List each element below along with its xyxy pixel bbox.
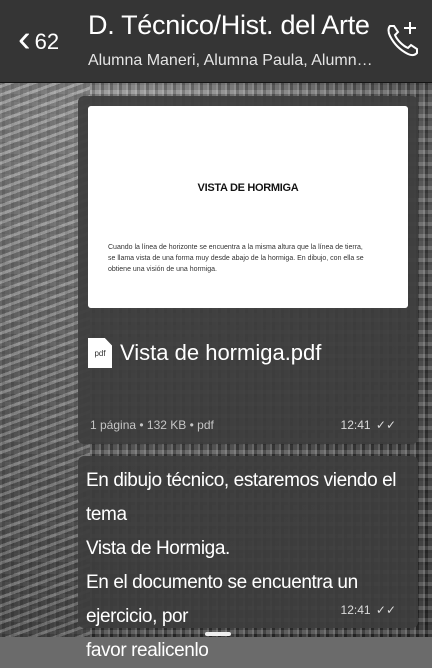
chevron-left-icon: ‹ <box>18 18 31 60</box>
file-name: Vista de hormiga.pdf <box>120 340 322 365</box>
add-call-icon[interactable] <box>384 18 420 58</box>
home-indicator <box>205 632 231 636</box>
message-timestamp: 12:41 ✓✓ <box>341 603 396 617</box>
preview-title: VISTA DE HORMIGA <box>197 182 299 194</box>
message-line: favor realicenlo <box>86 640 209 661</box>
group-participants[interactable]: Alumna Maneri, Alumna Paula, Alumno Ande… <box>88 52 378 70</box>
message-line: Vista de Hormiga. <box>86 538 230 559</box>
message-timestamp: 12:41 ✓✓ <box>341 418 396 432</box>
preview-body: Cuando la línea de horizonte se encuentr… <box>108 244 364 273</box>
double-check-icon: ✓✓ <box>375 603 396 617</box>
message-body: En dibujo técnico, estaremos viendo el t… <box>86 464 406 668</box>
unread-count: 62 <box>34 29 60 54</box>
time-label: 12:41 <box>340 418 371 432</box>
file-meta: 1 página • 132 KB • pdf <box>90 418 214 432</box>
file-row[interactable]: pdf Vista de hormiga.pdf <box>88 324 408 382</box>
back-button[interactable]: ‹ 62 <box>18 20 59 58</box>
chat-header: ‹ 62 D. Técnico/Hist. del Arte Alumna Ma… <box>0 0 432 83</box>
time-label: 12:41 <box>340 603 371 617</box>
text-message[interactable]: En dibujo técnico, estaremos viendo el t… <box>78 456 418 661</box>
double-check-icon: ✓✓ <box>375 418 396 432</box>
message-line: En dibujo técnico, estaremos viendo el t… <box>86 470 397 525</box>
message-line: En el documento se encuentra un ejercici… <box>86 572 358 627</box>
pdf-file-icon: pdf <box>88 338 112 368</box>
document-message[interactable]: VISTA DE HORMIGA Cuando la línea de hori… <box>78 96 418 444</box>
group-title[interactable]: D. Técnico/Hist. del Arte <box>88 10 370 41</box>
document-preview[interactable]: VISTA DE HORMIGA Cuando la línea de hori… <box>88 106 408 308</box>
